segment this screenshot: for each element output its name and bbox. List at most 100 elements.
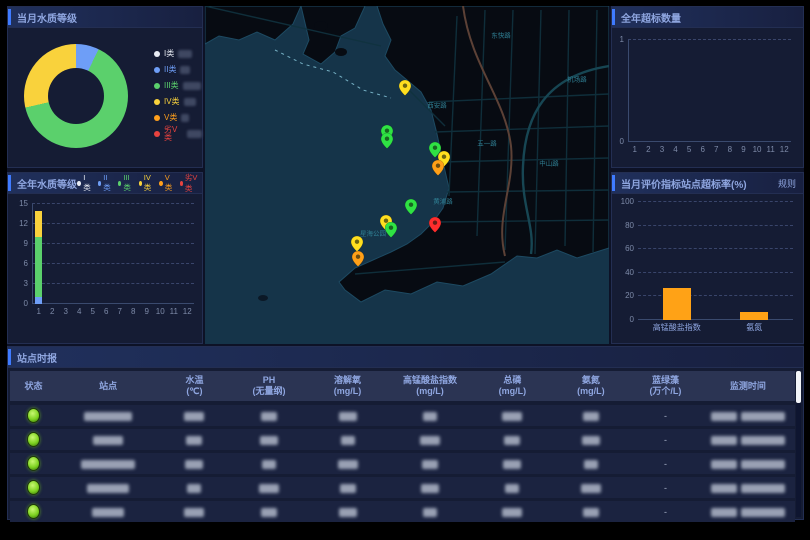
- redacted-value: [502, 412, 522, 421]
- redacted-value: [583, 508, 599, 517]
- redacted-date: [711, 460, 737, 469]
- status-dot-green: [27, 432, 40, 447]
- value-cell: [387, 482, 473, 492]
- redacted-value: [92, 508, 124, 517]
- col-header-PH: PH(无量纲): [230, 375, 309, 397]
- legend-dot: [180, 181, 183, 186]
- status-cell: [10, 504, 57, 519]
- header-accent-bar: [612, 175, 615, 191]
- legend-item-IV类[interactable]: IV类: [139, 172, 154, 194]
- map-basemap: [205, 6, 609, 344]
- dashboard-stage: 当月水质等级 I类II类III类IV类V类劣V类 全年水质等级 I类II类III…: [0, 0, 810, 540]
- value-cell: [230, 482, 309, 492]
- legend-item-劣V类[interactable]: 劣V类: [154, 128, 202, 139]
- redacted-time: [741, 508, 785, 517]
- panel-annual-exceedance: 全年超标数量 01123456789101112: [611, 6, 804, 168]
- legend-label: II类: [164, 66, 176, 74]
- legend-item-II类[interactable]: II类: [154, 64, 202, 75]
- table-scrollbar: [796, 371, 801, 517]
- legend-item-I类[interactable]: I类: [77, 172, 92, 194]
- value-cell: [159, 434, 230, 444]
- redacted-time: [741, 460, 785, 469]
- redacted-value: [503, 460, 521, 469]
- value-cell: [552, 434, 631, 444]
- redacted-value: [338, 460, 358, 469]
- redacted-value: [583, 412, 599, 421]
- map-road-label: 中山路: [539, 161, 559, 168]
- map-road-label: 东快路: [491, 33, 511, 40]
- x-tick: 4: [673, 146, 677, 154]
- value-cell: [230, 434, 309, 444]
- legend-item-V类[interactable]: V类: [159, 172, 174, 194]
- legend-dot: [154, 83, 160, 89]
- legend-dot: [154, 131, 160, 137]
- annual-legend: I类 II类 III类 IV类 V类劣V类: [77, 172, 198, 194]
- redacted-value: [582, 436, 600, 445]
- dashboard: 当月水质等级 I类II类III类IV类V类劣V类 全年水质等级 I类II类III…: [7, 6, 804, 520]
- col-header-高锰酸盐指数: 高锰酸盐指数(mg/L): [387, 375, 473, 397]
- legend-item-IV类[interactable]: IV类: [154, 96, 202, 107]
- station-pin-green[interactable]: [381, 133, 393, 149]
- panel-title: 当月水质等级: [17, 10, 77, 25]
- x-tick: 4: [77, 308, 81, 316]
- value-cell: [552, 482, 631, 492]
- legend-item-III类[interactable]: III类: [154, 80, 202, 91]
- redacted-value: [84, 412, 132, 421]
- legend-item-III类[interactable]: III类: [118, 172, 133, 194]
- legend-label: V类: [164, 114, 177, 122]
- x-tick: 5: [687, 146, 691, 154]
- legend-label: IV类: [164, 98, 180, 106]
- station-pin-orange[interactable]: [432, 160, 444, 176]
- legend-label: IV类: [144, 173, 153, 193]
- time-cell: [701, 506, 795, 516]
- algae-cell: -: [630, 459, 701, 469]
- station-pin-green[interactable]: [385, 222, 397, 238]
- redacted-value: [339, 412, 357, 421]
- station-pin-green[interactable]: [405, 199, 417, 215]
- redacted-value: [262, 460, 276, 469]
- station-pin-orange[interactable]: [352, 251, 364, 267]
- station-pin-yellow[interactable]: [399, 80, 411, 96]
- rule-link[interactable]: 规则: [778, 177, 796, 190]
- panel-monthly-water-grade: 当月水质等级 I类 II类 III类 IV类 V类劣V类: [7, 6, 203, 168]
- col-header-溶解氧: 溶解氧(mg/L): [308, 375, 387, 397]
- station-pin-red[interactable]: [429, 217, 441, 233]
- scrollbar-thumb[interactable]: [796, 371, 801, 403]
- time-cell: [701, 434, 795, 444]
- bar-segment-III类: [35, 237, 42, 297]
- legend-label: II类: [103, 173, 112, 193]
- time-cell: [701, 482, 795, 492]
- redacted-value: [584, 460, 598, 469]
- x-tick: 2: [50, 308, 54, 316]
- table-row: -: [10, 477, 795, 498]
- col-header-水温: 水温(℃): [159, 375, 230, 397]
- x-tick: 10: [156, 308, 165, 316]
- station-pin-yellow[interactable]: [351, 236, 363, 252]
- x-tick: 11: [766, 146, 774, 154]
- legend-item-V类[interactable]: V类: [154, 112, 202, 123]
- header-accent-bar: [8, 175, 11, 191]
- redacted-value: [183, 82, 201, 90]
- legend-item-II类[interactable]: II类: [98, 172, 113, 194]
- redacted-time: [741, 412, 785, 421]
- legend-label: 劣V类: [185, 172, 198, 194]
- value-cell: [552, 506, 631, 516]
- redacted-value: [581, 484, 601, 493]
- status-dot-green: [27, 480, 40, 495]
- x-tick: 6: [700, 146, 704, 154]
- table-body: -----: [10, 405, 795, 519]
- legend-item-I类[interactable]: I类: [154, 48, 202, 59]
- value-cell: [308, 506, 387, 516]
- map[interactable]: 东快路机场路西安路五一路中山路黄浦路星海公园: [205, 6, 609, 344]
- header-accent-bar: [612, 9, 615, 25]
- x-tick: 8: [728, 146, 732, 154]
- header-accent-bar: [8, 9, 11, 25]
- redacted-value: [187, 484, 201, 493]
- redacted-value: [421, 484, 439, 493]
- panel-exceedance-rate: 当月评价指标站点超标率(%) 规则 020406080100高锰酸盐指数氨氮: [611, 172, 804, 344]
- donut-chart: [24, 44, 128, 148]
- panel-title: 全年水质等级: [17, 176, 77, 191]
- legend-item-劣V类[interactable]: 劣V类: [180, 172, 198, 194]
- rate-bar-氨氮: [740, 312, 768, 320]
- x-tick: 3: [660, 146, 664, 154]
